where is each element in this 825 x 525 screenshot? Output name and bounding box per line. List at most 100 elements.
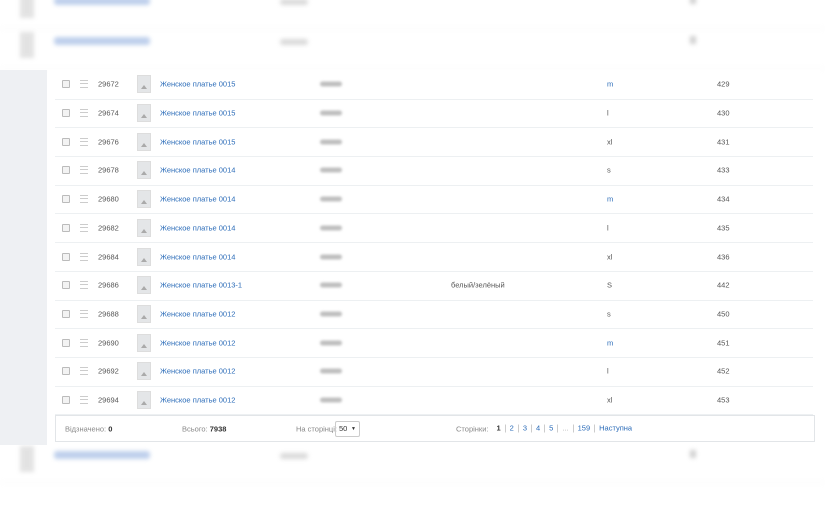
product-name-link[interactable]: Женское платье 0014 [160,195,235,204]
row-checkbox[interactable] [62,195,70,204]
image-placeholder-icon [137,132,151,151]
size-cell: s [607,165,611,175]
product-name-link[interactable]: Женское платье 0015 [160,137,235,146]
blurred-cell [320,225,342,231]
row-checkbox[interactable] [62,396,70,405]
drag-handle-icon[interactable] [80,195,88,204]
row-checkbox[interactable] [62,281,70,290]
table-row: 29690 Женское платье 0012 m 451 [55,328,813,358]
image-placeholder-icon [137,104,151,123]
size-cell[interactable]: m [607,195,613,204]
table-row: 29672 Женское платье 0015 m 429 [55,70,813,100]
drag-handle-icon[interactable] [80,338,88,347]
drag-handle-icon[interactable] [80,223,88,232]
image-placeholder-icon [137,333,151,352]
size-cell: S [607,280,613,290]
row-checkbox[interactable] [62,338,70,347]
blurred-cell [320,139,342,145]
table-row: 29676 Женское платье 0015 xl 431 [55,127,813,158]
product-name-link[interactable]: Женское платье 0012 [160,367,235,376]
blurred-cell [320,282,342,288]
product-name-link[interactable]: Женское платье 0015 [160,109,235,118]
page-link[interactable]: 159 [572,424,595,433]
page-link[interactable]: 5 [544,424,557,433]
drag-handle-icon[interactable] [80,281,88,290]
row-id: 29680 [98,194,119,204]
size-cell: s [607,309,611,319]
row-checkbox[interactable] [62,309,70,318]
image-placeholder-icon [137,218,151,237]
drag-handle-icon[interactable] [80,309,88,318]
drag-handle-icon[interactable] [80,80,88,89]
drag-handle-icon[interactable] [80,396,88,405]
row-checkbox[interactable] [62,252,70,261]
quantity-cell: 453 [717,395,730,405]
chevron-down-icon: ▼ [351,425,356,432]
quantity-cell: 452 [717,366,730,376]
selected-count: Відзначено: 0 [65,424,113,433]
row-checkbox[interactable] [62,80,70,89]
blurred-cell [320,397,342,403]
product-name-link[interactable]: Женское платье 0014 [160,252,235,261]
drag-handle-icon[interactable] [80,109,88,118]
size-cell: xl [607,252,613,262]
blurred-cell [320,167,342,173]
row-checkbox[interactable] [62,166,70,175]
drag-handle-icon[interactable] [80,367,88,376]
drag-handle-icon[interactable] [80,137,88,146]
row-id: 29686 [98,280,119,290]
page-link[interactable]: 2 [504,424,518,433]
row-id: 29676 [98,137,119,147]
row-id: 29678 [98,165,119,175]
pagination-ellipsis: ... [557,424,572,433]
row-checkbox[interactable] [62,137,70,146]
product-table-panel: 29672 Женское платье 0015 m 429 29674 Же… [48,70,820,445]
product-name-link[interactable]: Женское платье 0014 [160,223,235,232]
table-row: 29688 Женское платье 0012 s 450 [55,300,813,330]
sidebar-background [0,70,47,445]
pagination: Сторінки: 1 2 3 4 5... 159 Наступна [456,424,636,433]
row-id: 29692 [98,366,119,376]
total-count: Всього: 7938 [182,424,227,433]
blurred-cell [320,196,342,202]
drag-handle-icon[interactable] [80,166,88,175]
image-placeholder-icon [137,247,151,266]
quantity-cell: 450 [717,309,730,319]
blurred-cell [320,110,342,116]
blurred-cell [320,340,342,346]
row-id: 29672 [98,79,119,89]
row-id: 29690 [98,338,119,348]
drag-handle-icon[interactable] [80,252,88,261]
size-cell: xl [607,395,613,405]
per-page-select[interactable]: 50 ▼ [335,420,360,437]
quantity-cell: 436 [717,252,730,262]
row-id: 29688 [98,309,119,319]
table-row: 29686 Женское платье 0013-1 белый/зелёны… [55,271,813,301]
page-link[interactable]: 4 [531,424,544,433]
row-checkbox[interactable] [62,109,70,118]
size-cell[interactable]: m [607,80,613,89]
next-page-link[interactable]: Наступна [594,424,636,433]
size-cell[interactable]: m [607,338,613,347]
size-cell: l [607,223,609,233]
quantity-cell: 431 [717,137,730,147]
product-name-link[interactable]: Женское платье 0012 [160,396,235,405]
page-link[interactable]: 3 [517,424,531,433]
quantity-cell: 435 [717,223,730,233]
quantity-cell: 442 [717,280,730,290]
blurred-cell [320,81,342,87]
row-checkbox[interactable] [62,223,70,232]
table-row: 29684 Женское платье 0014 xl 436 [55,242,813,272]
row-checkbox[interactable] [62,367,70,376]
product-name-link[interactable]: Женское платье 0013-1 [160,281,242,290]
product-name-link[interactable]: Женское платье 0015 [160,80,235,89]
table-row: 29680 Женское платье 0014 m 434 [55,185,813,215]
product-name-link[interactable]: Женское платье 0012 [160,338,235,347]
blurred-cell [320,368,342,374]
size-cell: xl [607,137,613,147]
product-name-link[interactable]: Женское платье 0014 [160,166,235,175]
blurred-cell [320,254,342,260]
quantity-cell: 451 [717,338,730,348]
product-name-link[interactable]: Женское платье 0012 [160,309,235,318]
image-placeholder-icon [137,276,151,295]
